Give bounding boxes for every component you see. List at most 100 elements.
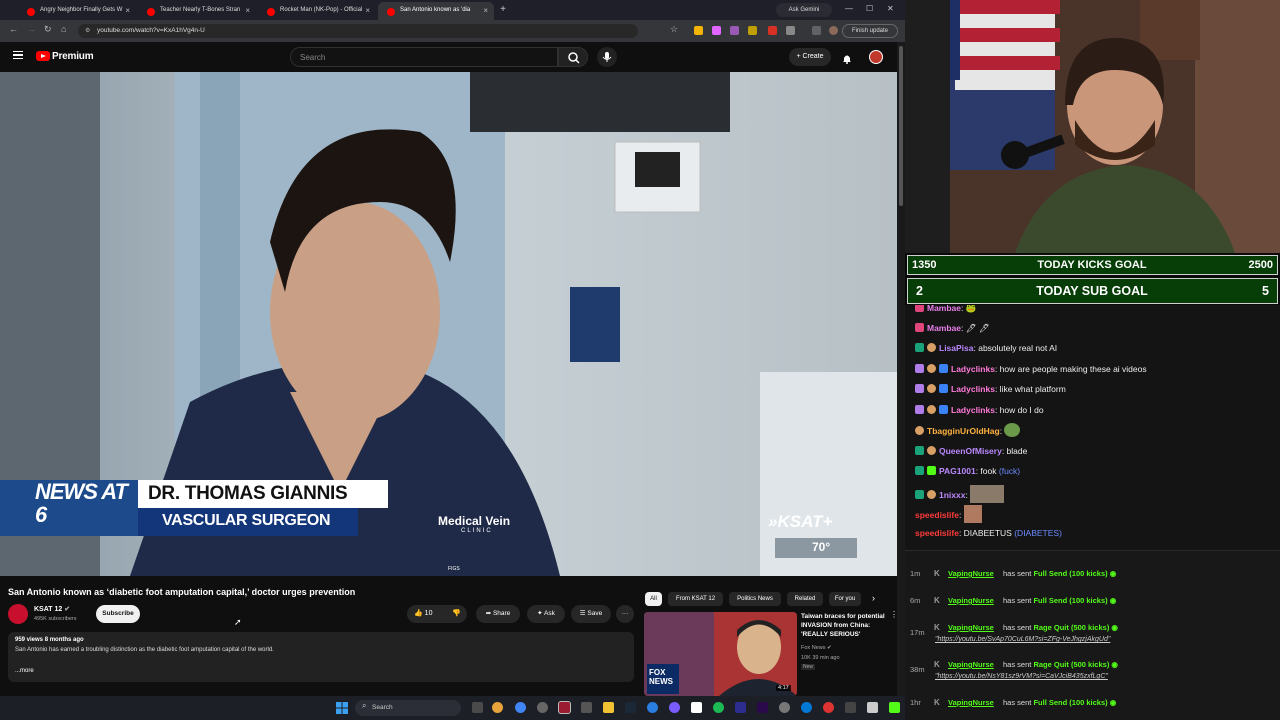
app-icon[interactable] [537,702,548,713]
youtube-logo-icon[interactable] [36,51,50,61]
description-box[interactable] [8,632,634,682]
chat-username[interactable]: 1nixxx [939,490,965,500]
extensions-puzzle-icon[interactable] [786,26,795,35]
chip-for-you[interactable]: For you [829,592,861,606]
app-icon[interactable] [647,702,658,713]
extension-icon[interactable] [768,26,777,35]
video-player[interactable]: NEWS AT 6 DR. THOMAS GIANNIS VASCULAR SU… [0,72,897,576]
bookmark-star-icon[interactable]: ☆ [670,24,678,35]
taskbar-search[interactable]: Search [355,700,461,716]
chat-username[interactable]: Ladyclinks [951,405,995,415]
extension-icon[interactable] [712,26,721,35]
chip-related[interactable]: Related [787,592,823,606]
close-icon[interactable]: × [483,6,488,15]
back-icon[interactable]: ← [9,24,18,34]
notifications-bell-icon[interactable] [842,51,852,64]
extension-icon[interactable] [748,26,757,35]
alert-link[interactable]: "https://youtu.be/NsY81sz9rVM?si=CaVJciB… [935,673,1108,680]
spotify-icon[interactable] [713,702,724,713]
reading-list-icon[interactable] [812,26,821,35]
chrome-icon[interactable] [515,702,526,713]
dislike-button[interactable]: 👎 [452,609,461,617]
premiere-icon[interactable] [757,702,768,713]
maximize-icon[interactable]: ☐ [866,4,873,13]
extension-icon[interactable] [694,26,703,35]
new-tab-button[interactable]: + [497,4,509,16]
minimize-icon[interactable]: — [845,4,853,13]
app-icon[interactable] [581,702,592,713]
app-icon[interactable] [691,702,702,713]
alert-link[interactable]: "https://youtu.be/SvAp70CuL6M?si=ZFg-VeJ… [935,636,1110,643]
alert-username[interactable]: VapingNurse [948,660,994,669]
more-vert-icon[interactable]: ⋮ [890,610,898,619]
channel-name[interactable]: KSAT 12 ✔ [34,605,70,613]
channel-avatar[interactable] [8,604,28,624]
chat-username[interactable]: TbagginUrOldHag [927,426,1000,436]
voice-search-button[interactable] [597,47,617,67]
more-actions-button[interactable]: ··· [616,605,634,623]
chat-username[interactable]: speedislife [915,528,959,538]
close-window-icon[interactable]: ✕ [887,4,894,13]
finish-update-button[interactable]: Finish update [842,24,898,38]
close-icon[interactable]: × [125,6,130,15]
subscribe-button[interactable]: Subscribe [96,605,140,623]
reload-icon[interactable]: ↻ [44,24,52,35]
chat-username[interactable]: Ladyclinks [951,384,995,394]
task-view-icon[interactable] [472,702,483,713]
chat-username[interactable]: Ladyclinks [951,364,995,374]
youtube-premium-brand[interactable]: Premium [52,51,94,62]
alert-username[interactable]: VapingNurse [948,569,994,578]
chat-username[interactable]: LisaPisa [939,343,974,353]
profile-avatar-icon[interactable] [829,26,838,35]
scrollbar-thumb[interactable] [899,46,903,206]
chevron-right-icon[interactable]: › [872,593,875,603]
show-more-link[interactable]: ...more [15,668,34,674]
forward-icon[interactable]: → [27,24,36,34]
tab-4-active[interactable]: San Antonio known as 'dia × [378,2,494,20]
alert-username[interactable]: VapingNurse [948,596,994,605]
alert-username[interactable]: VapingNurse [948,698,994,707]
app-icon[interactable] [669,702,680,713]
close-icon[interactable]: × [365,6,370,15]
related-video-thumbnail[interactable]: FOX NEWS [644,612,797,696]
steam-icon[interactable] [625,702,636,713]
search-button[interactable] [558,47,588,67]
app-icon-active[interactable] [558,701,571,714]
home-icon[interactable]: ⌂ [61,24,66,34]
app-icon[interactable] [801,702,812,713]
ask-button[interactable]: ✦ Ask [527,605,565,623]
account-avatar[interactable] [869,50,883,64]
site-info-icon[interactable]: ⚙ [85,27,90,34]
ask-gemini-button[interactable]: Ask Gemini [776,3,832,17]
address-bar[interactable]: youtube.com/watch?v=KxA1hVg4n-U [78,24,638,38]
related-video-title[interactable]: Taiwan braces for potential INVASION fro… [801,612,897,639]
chat-username[interactable]: Mambae [927,305,961,313]
hamburger-menu-icon[interactable] [13,51,23,59]
chip-from-channel[interactable]: From KSAT 12 [668,592,723,606]
app-icon[interactable] [823,702,834,713]
app-icon[interactable] [735,702,746,713]
app-icon[interactable] [492,702,503,713]
save-button[interactable]: ☰ Save [571,605,611,623]
share-button[interactable]: ➦ Share [476,605,520,623]
search-input[interactable]: Search [290,47,558,67]
chip-politics-news[interactable]: Politics News [729,592,781,606]
chat-username[interactable]: speedislife [915,510,959,520]
extension-icon[interactable] [730,26,739,35]
chip-all[interactable]: All [645,592,662,606]
tab-3[interactable]: Rocket Man (NK-Pop) - Official × [258,2,376,20]
tab-1[interactable]: Angry Neighbor Finally Gets W × [18,2,136,20]
app-icon[interactable] [845,702,856,713]
close-icon[interactable]: × [245,6,250,15]
app-icon[interactable] [779,702,790,713]
like-button[interactable]: 👍 10 [414,609,432,617]
kick-icon[interactable] [889,702,900,713]
alert-username[interactable]: VapingNurse [948,623,994,632]
tab-2[interactable]: Teacher Nearly T-Bones Stran × [138,2,256,20]
windows-start-icon[interactable] [336,701,348,714]
create-button[interactable]: + Create [789,48,831,66]
chat-username[interactable]: PAG1001 [939,466,976,476]
chat-username[interactable]: QueenOfMisery [939,446,1002,456]
chat-username[interactable]: Mambae [927,323,961,333]
app-icon[interactable] [867,702,878,713]
